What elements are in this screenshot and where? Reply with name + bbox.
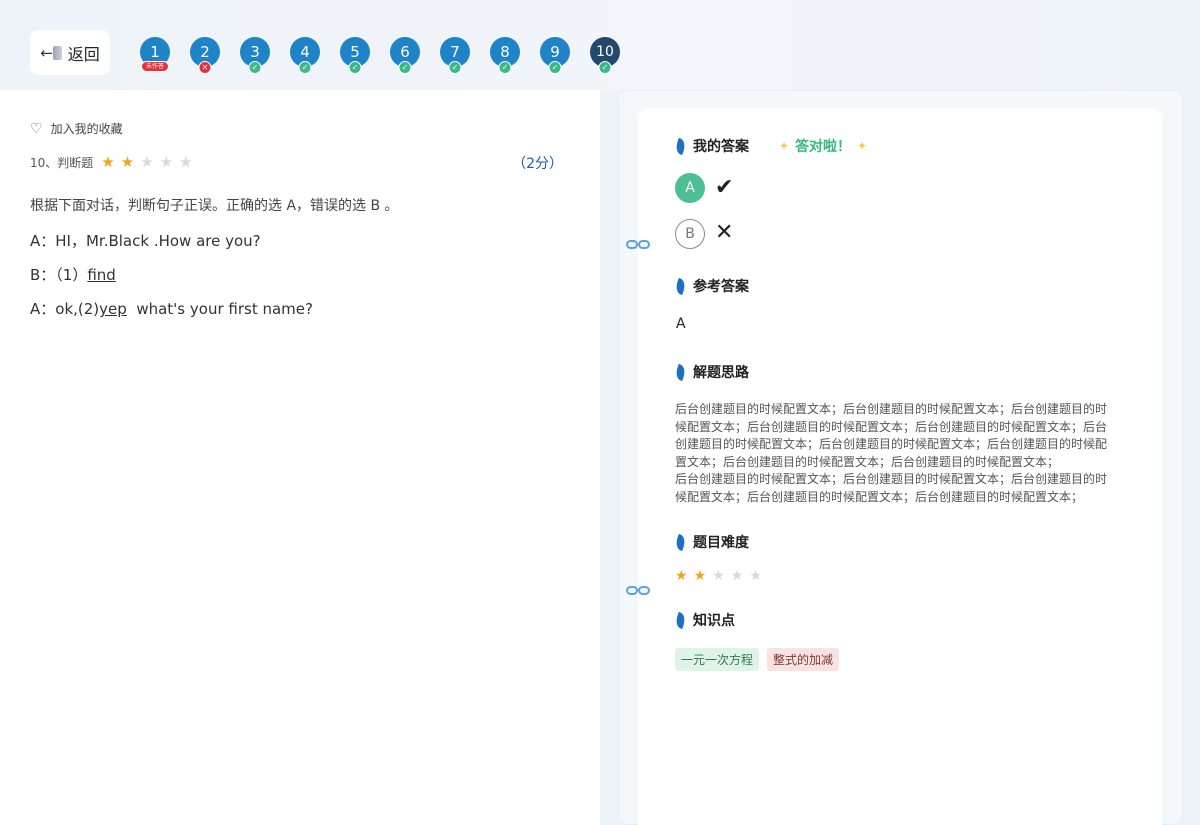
correct-badge-icon: ✓ <box>598 61 612 74</box>
dialog-line-3: A：ok,(2)yep what's your first name? <box>30 298 313 319</box>
question-type-label: 10、判断题 <box>30 155 94 170</box>
feather-icon <box>673 533 688 551</box>
dialog-line-3-suffix: what's your first name? <box>126 300 313 318</box>
star-icon: ★ <box>159 153 174 171</box>
question-nav-item[interactable]: 4 ✓ <box>290 37 320 74</box>
question-nav-item[interactable]: 3 ✓ <box>240 37 270 74</box>
star-icon: ★ <box>675 568 688 584</box>
difficulty-header: 题目难度 <box>673 532 749 552</box>
top-bar: ← 返回 1 未作答 2 ✕ 3 ✓ 4 ✓ 5 ✓ 6 ✓ 7 ✓ 8 ✓ 9 ✓ 10 ✓ <box>0 0 1200 90</box>
knowledge-title: 知识点 <box>693 613 735 629</box>
question-nav-item[interactable]: 5 ✓ <box>340 37 370 74</box>
blank-1: find <box>87 266 116 284</box>
my-answer-title: 我的答案 <box>693 139 749 155</box>
question-nav-number: 6 <box>400 43 410 61</box>
correct-message-text: 答对啦！ <box>795 139 852 155</box>
back-label: 返回 <box>67 44 100 64</box>
feather-icon <box>673 137 688 155</box>
star-icon: ★ <box>730 568 744 584</box>
star-icon: ★ <box>712 568 725 584</box>
binder-ring-icon <box>624 239 652 251</box>
logout-arrow-icon: ← <box>40 43 53 62</box>
dialog-line-3-prefix: A：ok,(2) <box>30 300 100 318</box>
question-nav-item[interactable]: 1 未作答 <box>140 37 170 72</box>
correct-badge-icon: ✓ <box>348 61 362 74</box>
unanswered-badge: 未作答 <box>141 61 169 72</box>
question-panel: ♡ 加入我的收藏 10、判断题 ★ ★ ★ ★ ★ （2分） 根据下面对话，判断句子正误… <box>0 90 600 825</box>
dialog-line-2-prefix: B：（1） <box>30 266 88 284</box>
star-icon: ★ <box>179 153 193 171</box>
sparkle-icon: ✦ <box>857 139 868 153</box>
difficulty-title: 题目难度 <box>693 535 749 551</box>
correct-message: ✦ 答对啦！ ✦ <box>779 136 867 156</box>
option-b[interactable]: B <box>675 219 705 249</box>
answer-difficulty-stars: ★ ★ ★ ★ ★ <box>675 568 762 584</box>
correct-badge-icon: ✓ <box>398 61 412 74</box>
star-icon: ★ <box>749 568 762 584</box>
question-nav-number: 10 <box>596 44 614 60</box>
blank-2: yep <box>99 300 127 318</box>
correct-badge-icon: ✓ <box>248 61 262 74</box>
question-nav-item[interactable]: 9 ✓ <box>540 37 570 74</box>
correct-badge-icon: ✓ <box>298 61 312 74</box>
feather-icon <box>673 363 688 381</box>
dialog-line-1: A：HI，Mr.Black .How are you? <box>30 232 261 250</box>
question-nav-number: 8 <box>500 43 510 61</box>
analysis-title: 解题思路 <box>693 365 749 381</box>
wrong-badge-icon: ✕ <box>198 61 212 74</box>
feather-icon <box>673 611 688 629</box>
question-nav-number: 7 <box>450 43 460 61</box>
question-nav-number: 3 <box>250 43 260 61</box>
reference-title: 参考答案 <box>693 279 749 295</box>
question-nav-number: 9 <box>550 43 560 61</box>
knowledge-tag[interactable]: 整式的加减 <box>767 648 840 671</box>
question-text: 根据下面对话，判断句子正误。正确的选 A，错误的选 B 。 <box>30 198 399 214</box>
door-icon <box>52 45 62 60</box>
question-type-row: 10、判断题 ★ ★ ★ ★ ★ <box>30 153 193 171</box>
analysis-header: 解题思路 <box>673 362 749 382</box>
knowledge-tags: 一元一次方程 整式的加减 <box>675 648 840 671</box>
star-icon: ★ <box>101 153 115 171</box>
difficulty-stars: ★ ★ ★ ★ ★ <box>101 153 192 171</box>
my-answer-header: 我的答案 ✦ 答对啦！ ✦ <box>673 136 867 156</box>
sparkle-icon: ✦ <box>779 139 790 153</box>
star-icon: ★ <box>120 153 135 171</box>
star-icon: ★ <box>693 568 707 584</box>
add-favorite-button[interactable]: ♡ 加入我的收藏 <box>30 120 123 137</box>
knowledge-header: 知识点 <box>673 610 735 630</box>
analysis-text: 后台创建题目的时候配置文本；后台创建题目的时候配置文本；后台创建题目的时 候配置… <box>675 402 1108 504</box>
question-nav-item[interactable]: 8 ✓ <box>490 37 520 74</box>
check-icon: ✔ <box>715 175 734 200</box>
binder-ring-icon <box>624 585 652 597</box>
question-nav-number: 2 <box>200 43 210 61</box>
question-nav-number: 4 <box>300 43 310 61</box>
knowledge-tag[interactable]: 一元一次方程 <box>675 648 760 671</box>
correct-badge-icon: ✓ <box>448 61 462 74</box>
correct-badge-icon: ✓ <box>548 61 562 74</box>
favorite-label: 加入我的收藏 <box>50 122 123 136</box>
question-nav-number: 5 <box>350 43 360 61</box>
question-nav-item[interactable]: 7 ✓ <box>440 37 470 74</box>
correct-badge-icon: ✓ <box>498 61 512 74</box>
dialog-line-2: B：（1）find <box>30 264 116 285</box>
question-score: （2分） <box>512 156 563 172</box>
reference-answer: A <box>676 316 686 332</box>
star-icon: ★ <box>140 153 154 171</box>
question-nav-number: 1 <box>150 43 160 61</box>
question-nav-item[interactable]: 2 ✕ <box>190 37 220 74</box>
heart-icon: ♡ <box>30 120 43 137</box>
cross-icon: ✕ <box>715 220 734 245</box>
reference-answer-header: 参考答案 <box>673 276 749 296</box>
question-nav-item[interactable]: 10 ✓ <box>590 37 620 74</box>
question-nav-item[interactable]: 6 ✓ <box>390 37 420 74</box>
back-button[interactable]: ← 返回 <box>30 30 110 75</box>
feather-icon <box>673 277 688 295</box>
option-a[interactable]: A <box>675 173 705 203</box>
